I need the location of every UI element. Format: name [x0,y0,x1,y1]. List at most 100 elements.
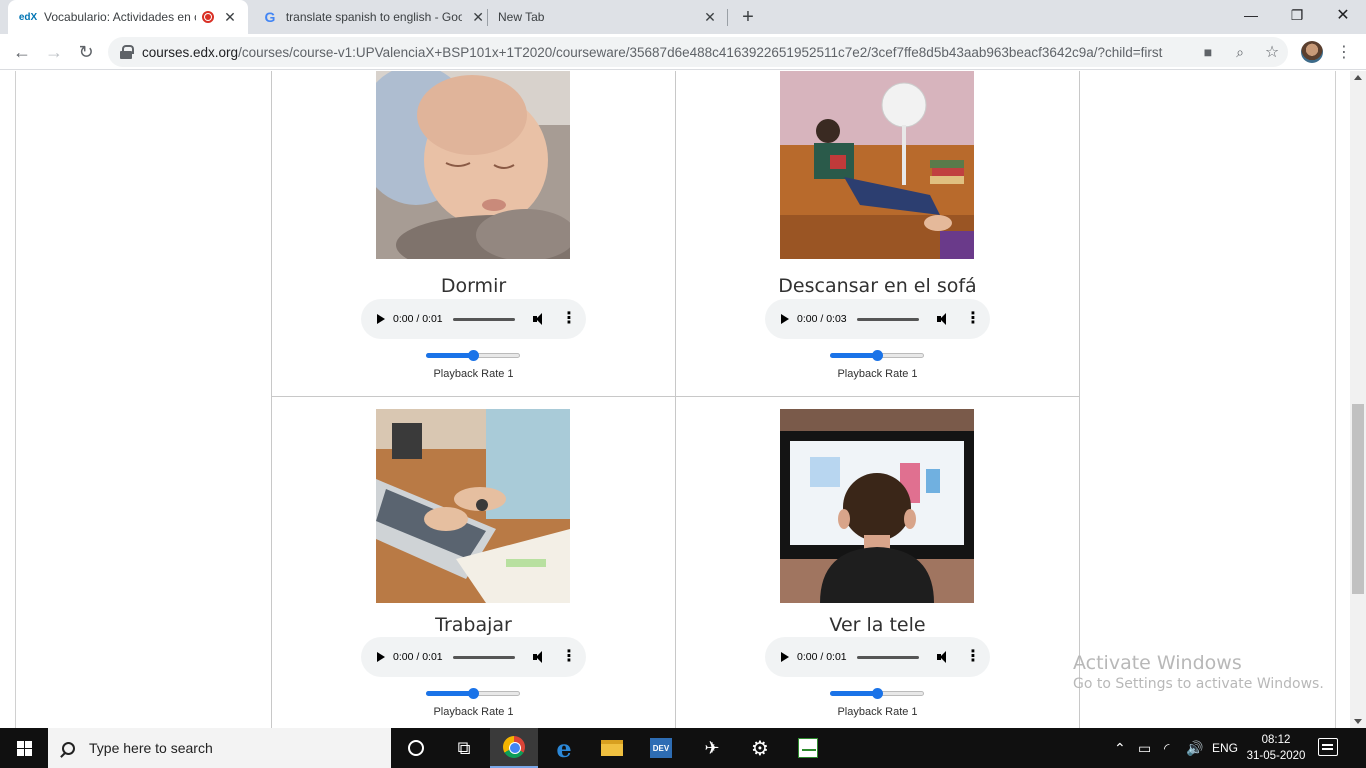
close-tab-icon[interactable]: ✕ [470,9,486,25]
task-manager-icon[interactable] [784,728,832,768]
play-icon[interactable] [781,314,789,324]
chrome-icon [503,736,525,758]
volume-icon[interactable] [937,312,951,326]
cortana-icon[interactable] [392,728,440,768]
playback-rate-label: Playback Rate 1 [433,706,514,718]
profile-avatar[interactable] [1301,41,1323,63]
audio-more-icon[interactable]: ⋮ [561,649,577,665]
audio-time: 0:00 / 0:01 [393,313,443,325]
audio-progress-track[interactable] [453,655,515,659]
battery-icon[interactable]: ▭ [1138,728,1151,768]
task-view-icon[interactable]: ⧉ [440,728,488,768]
new-tab-icon[interactable]: + [738,5,758,29]
sleeping-baby-image [376,71,570,259]
google-favicon-text: G [264,9,276,25]
page-scrollbar[interactable] [1350,71,1366,728]
forward-arrow-icon[interactable]: → [40,38,68,66]
close-window-icon[interactable]: ✕ [1320,0,1366,30]
audio-more-icon[interactable]: ⋮ [965,311,981,327]
audio-more-icon[interactable]: ⋮ [965,649,981,665]
photo-watching-tv [780,409,974,603]
settings-gear-icon[interactable]: ⚙ [736,728,784,768]
audio-progress-track[interactable] [857,317,919,321]
lock-icon [120,45,134,59]
slider-fill [830,353,877,358]
play-icon[interactable] [377,314,385,324]
tab-strip: edX Vocabulario: Actividades en c ✕ G tr… [0,0,1366,34]
windows-taskbar: Type here to search ⧉ e DEV ✈ ⚙ ⌃ ▭ ◜ 🔊 … [0,728,1366,768]
tab-google-translate[interactable]: G translate spanish to english - Goo ✕ [250,0,486,34]
audio-progress-track[interactable] [453,317,515,321]
browser-menu-icon[interactable]: ⋮ [1336,42,1352,62]
chrome-taskbar-icon[interactable] [490,728,538,768]
start-button[interactable] [0,728,48,768]
slider-knob[interactable] [468,350,479,361]
windows-logo-icon [16,740,32,756]
close-tab-icon[interactable]: ✕ [702,9,718,25]
audio-player[interactable]: 0:00 / 0:03 ⋮ [765,299,990,339]
audio-player[interactable]: 0:00 / 0:01 ⋮ [361,299,586,339]
audio-player[interactable]: 0:00 / 0:01 ⋮ [361,637,586,677]
playback-rate-slider[interactable] [830,687,926,699]
reload-icon[interactable]: ↻ [72,38,100,66]
camera-blocked-icon[interactable]: ■ [1198,42,1218,62]
tab-separator [727,9,728,26]
app-bird-icon[interactable]: ✈ [688,728,736,768]
vocab-caption: Descansar en el sofá [778,275,977,297]
slider-knob[interactable] [872,688,883,699]
url-text: courses.edx.org/courses/course-v1:UPVale… [142,45,1192,60]
back-arrow-icon[interactable]: ← [8,38,36,66]
volume-icon[interactable] [533,650,547,664]
file-explorer-icon[interactable] [588,728,636,768]
edge-taskbar-icon[interactable]: e [540,728,588,768]
notifications-icon[interactable] [1318,738,1338,756]
address-bar[interactable]: courses.edx.org/courses/course-v1:UPVale… [108,37,1288,67]
audio-more-icon[interactable]: ⋮ [561,311,577,327]
minimize-icon[interactable]: — [1228,0,1274,30]
speaker-icon[interactable]: 🔊 [1186,728,1203,768]
vocab-caption: Dormir [440,275,507,297]
playback-rate-slider[interactable] [426,687,522,699]
slider-knob[interactable] [872,350,883,361]
photo-sleeping-baby [376,71,570,259]
url-path: /courses/course-v1:UPValenciaX+BSP101x+1… [238,44,1163,60]
edx-favicon-icon: edX [19,9,37,25]
close-tab-icon[interactable]: ✕ [222,9,238,25]
tab-title: Vocabulario: Actividades en c [44,10,196,24]
wifi-icon[interactable]: ◜ [1164,728,1169,768]
url-host: courses.edx.org [142,44,239,60]
dev-cpp-icon[interactable]: DEV [637,728,685,768]
photo-boy-on-sofa [780,71,974,259]
restore-icon[interactable]: ❐ [1274,0,1320,30]
playback-rate-label: Playback Rate 1 [837,368,918,380]
tab-title: New Tab [498,10,545,24]
scroll-down-icon[interactable] [1354,719,1362,724]
scroll-up-icon[interactable] [1354,75,1362,80]
zoom-icon[interactable]: ⌕ [1230,42,1250,62]
language-indicator[interactable]: ENG [1212,728,1238,768]
vocab-caption: Ver la tele [829,614,926,636]
playback-rate-label: Playback Rate 1 [837,706,918,718]
taskbar-search-box[interactable]: Type here to search [48,728,391,768]
play-icon[interactable] [781,652,789,662]
taskbar-clock[interactable]: 08:12 31-05-2020 [1244,732,1308,764]
child-watching-tv-image [780,409,974,603]
audio-player[interactable]: 0:00 / 0:01 ⋮ [765,637,990,677]
audio-time: 0:00 / 0:01 [393,651,443,663]
audio-progress-track[interactable] [857,655,919,659]
tab-edx-vocabulario[interactable]: edX Vocabulario: Actividades en c ✕ [8,0,248,34]
volume-icon[interactable] [533,312,547,326]
show-hidden-icons[interactable]: ⌃ [1114,728,1126,768]
bookmark-star-icon[interactable]: ☆ [1262,42,1282,62]
play-icon[interactable] [377,652,385,662]
playback-rate-label: Playback Rate 1 [433,368,514,380]
slider-knob[interactable] [468,688,479,699]
activate-windows-title: Activate Windows [1073,652,1242,674]
playback-rate-slider[interactable] [830,349,926,361]
tab-new-tab[interactable]: New Tab ✕ [488,0,724,34]
google-favicon-icon: G [262,9,278,25]
scroll-thumb[interactable] [1352,404,1364,594]
folder-icon [601,740,623,756]
playback-rate-slider[interactable] [426,349,522,361]
volume-icon[interactable] [937,650,951,664]
